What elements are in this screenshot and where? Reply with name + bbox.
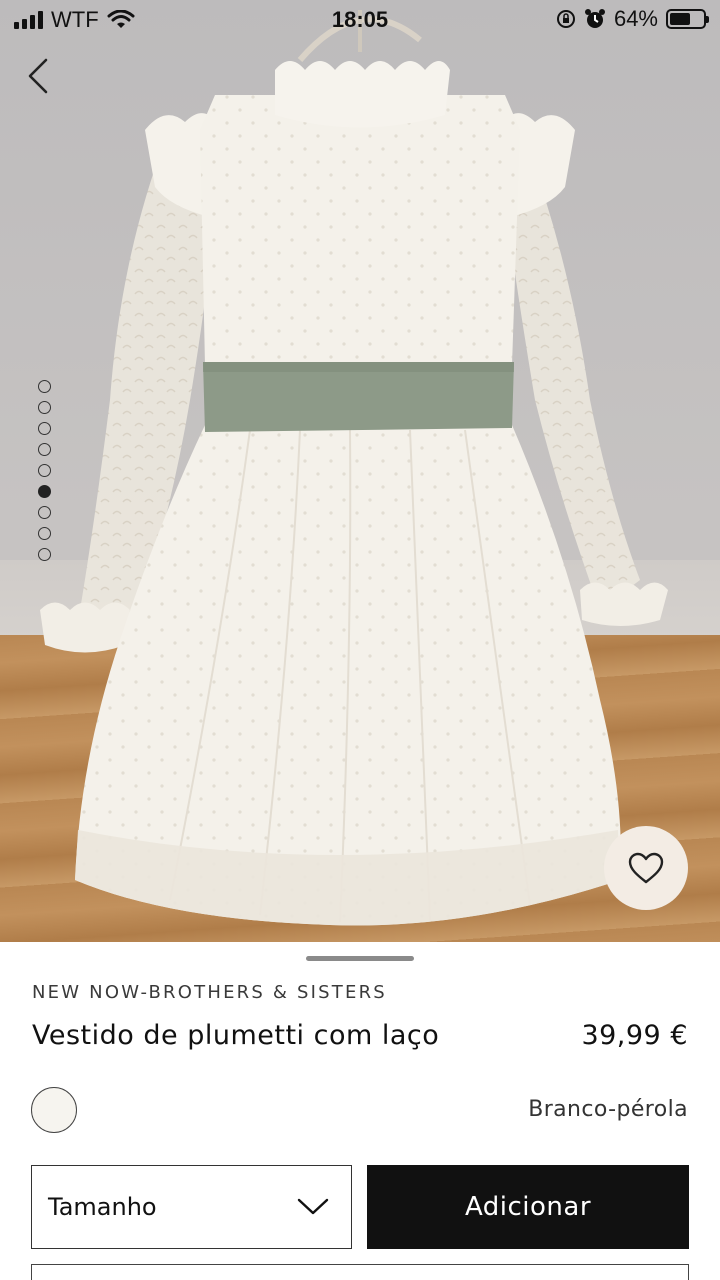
battery-percent: 64% [613, 6, 658, 31]
gallery-dot[interactable] [38, 485, 51, 498]
sheet-drag-handle[interactable] [306, 956, 414, 961]
status-right: 64% [556, 6, 709, 32]
gallery-dot[interactable] [38, 380, 51, 393]
product-price: 39,99 € [581, 1020, 688, 1051]
gallery-dot[interactable] [38, 506, 51, 519]
color-name: Branco-pérola [528, 1097, 688, 1122]
gallery-pager[interactable] [38, 380, 51, 561]
chevron-left-icon [28, 58, 48, 94]
gallery-dot[interactable] [38, 548, 51, 561]
product-title: Vestido de plumetti com laço [32, 1020, 440, 1051]
rotation-lock-icon [556, 10, 575, 28]
gallery-dot[interactable] [38, 527, 51, 540]
favorite-button[interactable] [604, 826, 688, 910]
chevron-down-icon [297, 1198, 329, 1215]
product-details-sheet: NEW NOW-BROTHERS & SISTERS Vestido de pl… [0, 942, 720, 1280]
size-dropdown-label: Tamanho [48, 1193, 157, 1221]
heart-icon [628, 852, 664, 884]
color-swatch[interactable] [31, 1087, 77, 1133]
status-bar: WTF 18:05 64% [0, 0, 720, 40]
product-image[interactable] [0, 0, 720, 942]
alarm-icon [584, 9, 605, 28]
gallery-dot[interactable] [38, 401, 51, 414]
add-to-cart-button[interactable]: Adicionar [367, 1165, 689, 1249]
back-button[interactable] [24, 56, 54, 96]
size-dropdown[interactable]: Tamanho [31, 1165, 352, 1249]
dress-illustration [40, 10, 668, 926]
battery-fill [670, 13, 691, 25]
battery-icon [666, 9, 709, 29]
gallery-dot[interactable] [38, 464, 51, 477]
gallery-dot[interactable] [38, 443, 51, 456]
next-section-edge [31, 1264, 689, 1280]
gallery-dot[interactable] [38, 422, 51, 435]
collection-label: NEW NOW-BROTHERS & SISTERS [32, 982, 387, 1003]
